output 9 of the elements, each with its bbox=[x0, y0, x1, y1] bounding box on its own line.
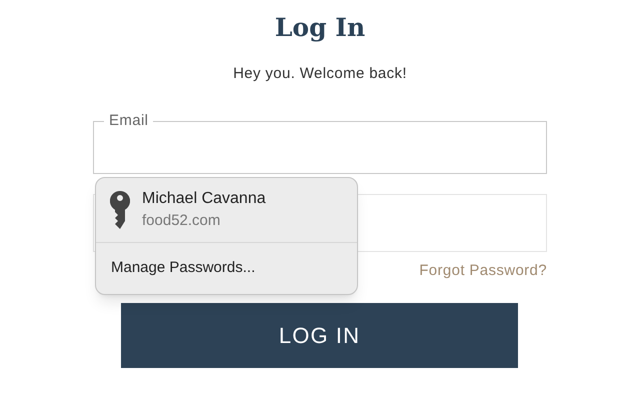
login-button[interactable]: LOG IN bbox=[121, 302, 518, 368]
key-icon bbox=[110, 191, 130, 229]
subtitle: Hey you. Welcome back! bbox=[233, 64, 407, 84]
email-label: Email bbox=[108, 111, 150, 131]
page-title: Log In bbox=[274, 12, 366, 44]
saved-account-item[interactable]: Michael Cavanna food52.com bbox=[96, 178, 357, 242]
manage-passwords-item[interactable]: Manage Passwords... bbox=[96, 243, 357, 294]
account-site: food52.com bbox=[142, 211, 222, 231]
account-name: Michael Cavanna bbox=[142, 189, 266, 209]
